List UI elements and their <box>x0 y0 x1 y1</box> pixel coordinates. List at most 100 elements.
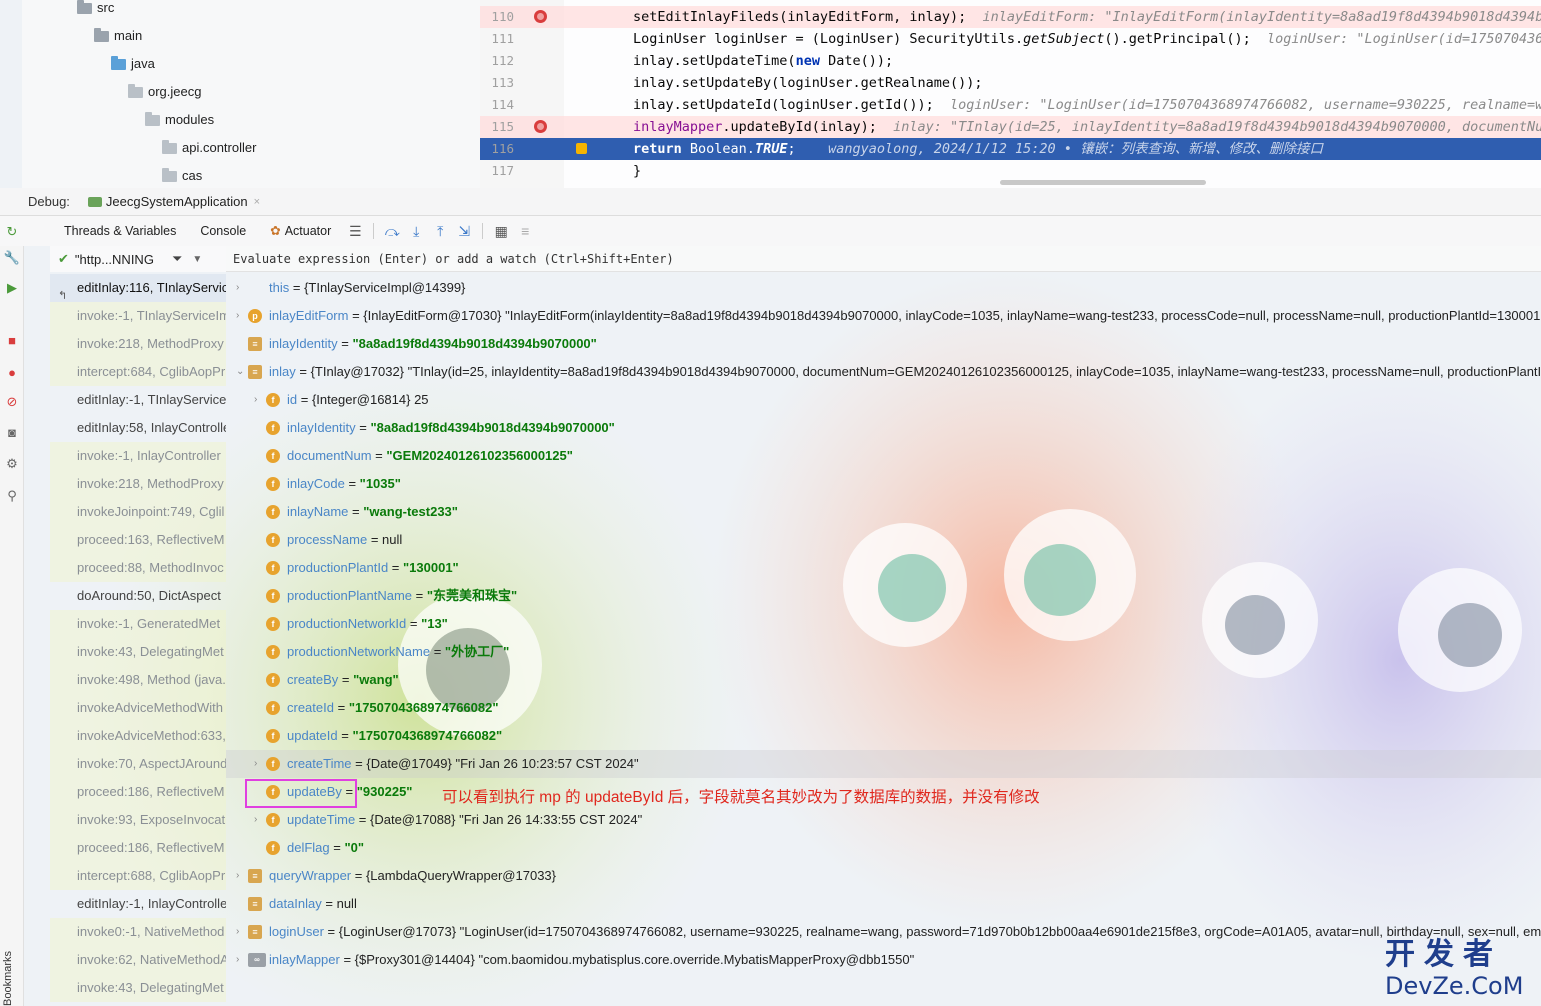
variable-row[interactable]: › this = {TInlayServiceImpl@14399} <box>226 274 1541 302</box>
stack-frame[interactable]: ↰ editInlay:116, TInlayServic <box>50 274 226 302</box>
close-icon[interactable]: × <box>254 196 260 208</box>
breakpoint-icon[interactable] <box>534 120 547 133</box>
variable-row[interactable]: › ≡ queryWrapper = {LambdaQueryWrapper@170… <box>226 862 1541 890</box>
chevron-right-icon[interactable]: › <box>254 750 266 778</box>
code-line[interactable]: 115 inlayMapper.updateById(inlay); inlay:… <box>480 116 1541 138</box>
variable-row[interactable]: f documentNum = "GEM20240126102356000125" <box>226 442 1541 470</box>
variable-row[interactable]: f inlayIdentity = "8a8ad19f8d4394b9018d43… <box>226 414 1541 442</box>
stack-frame[interactable]: editInlay:-1, InlayControlle <box>50 890 226 918</box>
pin-icon[interactable]: ⚲ <box>4 488 20 504</box>
variable-row[interactable]: ≡ inlayIdentity = "8a8ad19f8d4394b9018d43… <box>226 330 1541 358</box>
stack-frame[interactable]: invoke:43, DelegatingMet <box>50 638 226 666</box>
thread-selector[interactable]: ✔ "http...NNING ⏷ ▼ <box>50 246 226 272</box>
code-line[interactable]: 116 return Boolean.TRUE; wangyaolong, 202… <box>480 138 1541 160</box>
debug-session-tab[interactable]: JeecgSystemApplication × <box>87 194 260 209</box>
variable-row[interactable]: › ≡ loginUser = {LoginUser@17073} "LoginUs… <box>226 918 1541 946</box>
stack-frame[interactable]: invoke:-1, TInlayServiceIm <box>50 302 226 330</box>
stack-frame[interactable]: invoke:70, AspectJAround <box>50 750 226 778</box>
stack-frame[interactable]: invoke:93, ExposeInvocati <box>50 806 226 834</box>
stack-frame[interactable]: invokeAdviceMethodWith <box>50 694 226 722</box>
step-into-icon[interactable]: ⤓ <box>404 220 428 242</box>
variable-row[interactable]: f productionNetworkName = "外协工厂" <box>226 638 1541 666</box>
tree-item[interactable]: modules <box>145 109 214 131</box>
settings-wrench-icon[interactable]: 🔧 <box>4 250 20 266</box>
view-breakpoints-icon[interactable]: ● <box>4 364 20 380</box>
code-line[interactable]: 117} <box>480 160 1541 182</box>
stack-frame[interactable]: intercept:688, CglibAopPr <box>50 862 226 890</box>
variable-row[interactable]: f delFlag = "0" <box>226 834 1541 862</box>
bookmarks-tool-window[interactable]: Bookmarks <box>2 940 22 1006</box>
code-line[interactable]: 114 inlay.setUpdateId(loginUser.getId());… <box>480 94 1541 116</box>
step-out-icon[interactable]: ⤒ <box>428 220 452 242</box>
chevron-down-icon[interactable]: ⌄ <box>236 358 248 386</box>
chevron-right-icon[interactable]: › <box>236 302 248 330</box>
stack-frame[interactable]: invoke0:-1, NativeMethod <box>50 918 226 946</box>
stack-frame[interactable]: invoke:498, Method (java. <box>50 666 226 694</box>
tree-item[interactable]: api.controller <box>162 137 256 159</box>
tree-item[interactable]: org.jeecg <box>128 81 201 103</box>
chevron-right-icon[interactable]: › <box>236 946 248 974</box>
stop-icon[interactable]: ■ <box>4 332 20 348</box>
variable-row[interactable]: › p inlayEditForm = {InlayEditForm@17030} … <box>226 302 1541 330</box>
variable-row[interactable]: f inlayName = "wang-test233" <box>226 498 1541 526</box>
code-line[interactable]: 111 LoginUser loginUser = (LoginUser) Sec… <box>480 28 1541 50</box>
variable-row[interactable]: f processName = null <box>226 526 1541 554</box>
tree-item[interactable]: main <box>94 25 142 47</box>
stack-frame[interactable]: proceed:163, ReflectiveM <box>50 526 226 554</box>
variable-row[interactable]: › ∞ inlayMapper = {$Proxy301@14404} "com.b… <box>226 946 1541 974</box>
chevron-right-icon[interactable]: › <box>254 806 266 834</box>
variable-row[interactable]: › f updateTime = {Date@17088} "Fri Jan 26 … <box>226 806 1541 834</box>
stack-frame[interactable]: invoke:218, MethodProxy <box>50 330 226 358</box>
breakpoint-icon[interactable] <box>534 10 547 23</box>
variable-row[interactable]: f createId = "1750704368974766082" <box>226 694 1541 722</box>
chevron-right-icon[interactable]: › <box>236 862 248 890</box>
variable-row[interactable]: ≡ dataInlay = null <box>226 890 1541 918</box>
editor-horizontal-scrollbar[interactable] <box>1000 180 1206 185</box>
code-line[interactable]: 112 inlay.setUpdateTime(new Date()); <box>480 50 1541 72</box>
filter-icon[interactable]: ⏷ <box>172 251 182 267</box>
camera-icon[interactable]: ◙ <box>4 424 20 440</box>
variable-row[interactable]: f productionNetworkId = "13" <box>226 610 1541 638</box>
stack-frame[interactable]: proceed:186, ReflectiveM <box>50 778 226 806</box>
stack-frame[interactable]: invokeAdviceMethod:633, <box>50 722 226 750</box>
tree-item[interactable]: java <box>111 53 155 75</box>
variable-row[interactable]: f productionPlantName = "东莞美和珠宝" <box>226 582 1541 610</box>
stack-frame[interactable]: doAround:50, DictAspect <box>50 582 226 610</box>
chevron-right-icon[interactable]: › <box>236 274 248 302</box>
variable-row[interactable]: f productionPlantId = "130001" <box>226 554 1541 582</box>
more-icon[interactable]: ≡ <box>513 220 537 242</box>
stack-frame[interactable]: invokeJoinpoint:749, Cglil <box>50 498 226 526</box>
tree-item[interactable]: src <box>77 0 114 19</box>
variable-row[interactable]: f createBy = "wang" <box>226 666 1541 694</box>
chevron-right-icon[interactable]: › <box>254 386 266 414</box>
code-editor[interactable]: 110 setEditInlayFileds(inlayEditForm, inl… <box>480 0 1541 188</box>
stack-frame[interactable]: intercept:684, CglibAopPr <box>50 358 226 386</box>
stack-frame[interactable]: proceed:88, MethodInvoc <box>50 554 226 582</box>
variable-row[interactable]: ⌄ ≡ inlay = {TInlay@17032} "TInlay(id=25, … <box>226 358 1541 386</box>
stack-frame[interactable]: invoke:218, MethodProxy <box>50 470 226 498</box>
stack-frame[interactable]: invoke:-1, GeneratedMet <box>50 610 226 638</box>
tab-actuator[interactable]: ✿ Actuator <box>258 216 343 246</box>
stack-frame[interactable]: editInlay:58, InlayControlle <box>50 414 226 442</box>
code-line[interactable]: 110 setEditInlayFileds(inlayEditForm, inl… <box>480 6 1541 28</box>
chevron-down-icon[interactable]: ▼ <box>192 254 202 265</box>
chevron-right-icon[interactable]: › <box>236 918 248 946</box>
tree-item[interactable]: cas <box>162 165 202 187</box>
tab-console[interactable]: Console <box>188 216 258 246</box>
variable-row[interactable]: › f id = {Integer@16814} 25 <box>226 386 1541 414</box>
variable-row[interactable]: › f createTime = {Date@17049} "Fri Jan 26 … <box>226 750 1541 778</box>
run-to-cursor-icon[interactable]: ⇲ <box>452 220 476 242</box>
gear-icon[interactable]: ⚙ <box>4 456 20 472</box>
mute-breakpoints-icon[interactable]: ⊘ <box>4 394 20 410</box>
evaluate-expression-input[interactable]: Evaluate expression (Enter) or add a wat… <box>226 246 1541 272</box>
stack-frame[interactable]: invoke:43, DelegatingMet <box>50 974 226 1002</box>
stack-frame[interactable]: editInlay:-1, TInlayService <box>50 386 226 414</box>
menu-icon[interactable]: ☰ <box>343 220 367 242</box>
variable-row[interactable]: f inlayCode = "1035" <box>226 470 1541 498</box>
stack-frame[interactable]: invoke:62, NativeMethodA <box>50 946 226 974</box>
resume-icon[interactable]: ▶ <box>4 280 20 296</box>
stack-frame[interactable]: proceed:186, ReflectiveM <box>50 834 226 862</box>
evaluate-expression-icon[interactable]: ▦ <box>489 220 513 242</box>
variable-row[interactable]: f updateId = "1750704368974766082" <box>226 722 1541 750</box>
stack-frame[interactable]: invoke:-1, InlayController <box>50 442 226 470</box>
